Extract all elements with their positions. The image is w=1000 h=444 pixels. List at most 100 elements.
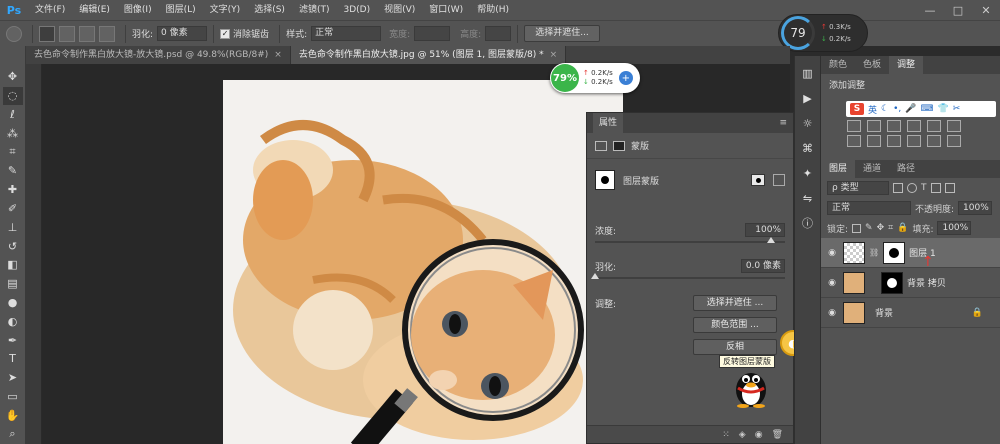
blend-mode-select[interactable]: 正常 [827, 201, 911, 215]
filter-adjust-icon[interactable] [907, 183, 917, 193]
filter-type-icon[interactable]: T [921, 183, 927, 193]
shirt-icon[interactable]: 👕 [937, 104, 948, 114]
layer-mask-thumbnail[interactable] [883, 241, 906, 264]
select-pixel-mask-icon[interactable] [751, 174, 765, 186]
density-slider[interactable] [595, 237, 785, 243]
invert-button[interactable]: 反相 [693, 339, 777, 355]
lock-transparent-icon[interactable] [852, 223, 862, 233]
hue-icon[interactable] [947, 120, 961, 132]
eraser-icon[interactable]: ◧ [3, 256, 23, 274]
menu-type[interactable]: 文字(Y) [203, 0, 248, 20]
levels-icon[interactable] [867, 120, 881, 132]
network-speed-widget[interactable]: 79 ↑ 0.3K/s ↓ 0.2K/s [778, 14, 868, 52]
exposure-icon[interactable] [907, 120, 921, 132]
brightness-icon[interactable] [847, 120, 861, 132]
apply-mask-icon[interactable]: ◈ [739, 430, 746, 440]
history-icon[interactable]: ▥ [799, 64, 817, 82]
fill-input[interactable]: 100% [937, 221, 972, 235]
layer-kind-filter[interactable]: ρ 类型 [827, 181, 889, 195]
eyedropper-icon[interactable]: ✎ [3, 162, 23, 180]
crop-icon[interactable]: ⌗ [3, 143, 23, 161]
shape-icon[interactable]: ▭ [3, 388, 23, 406]
lasso-icon[interactable]: ℓ [3, 106, 23, 124]
vector-mask-icon[interactable] [613, 140, 625, 151]
properties-title[interactable]: 属性 [593, 113, 624, 133]
lock-move-icon[interactable]: ✥ [877, 223, 885, 233]
eye-icon[interactable]: ◉ [825, 248, 839, 258]
healing-icon[interactable]: ✚ [3, 181, 23, 199]
color-lookup-icon[interactable] [927, 135, 941, 147]
stamp-icon[interactable]: ⊥ [3, 218, 23, 236]
menu-layer[interactable]: 图层(L) [159, 0, 203, 20]
path-select-icon[interactable]: ➤ [3, 369, 23, 387]
qq-penguin-icon[interactable] [728, 364, 774, 408]
select-and-mask-button[interactable]: 选择并遮住... [524, 25, 600, 42]
mic-icon[interactable]: 🎤 [905, 104, 916, 114]
menu-image[interactable]: 图像(I) [117, 0, 159, 20]
feather-input[interactable]: 0.0 像素 [741, 259, 785, 273]
layer-row-layer1[interactable]: ◉ ⛓ 图层 1 [821, 238, 1000, 268]
layer-row-bg-copy[interactable]: ◉ 背景 拷贝 [821, 268, 1000, 298]
adjust-sun-icon[interactable]: ☼ [799, 114, 817, 132]
minimize-button[interactable]: — [916, 0, 944, 20]
plus-icon[interactable]: + [618, 71, 633, 85]
height-input[interactable] [485, 26, 512, 41]
history-brush-icon[interactable]: ↺ [3, 237, 23, 255]
menu-view[interactable]: 视图(V) [377, 0, 422, 20]
tab-magnifier-psd[interactable]: 去色命令制作黑白放大镜-放大镜.psd @ 49.8%(RGB/8#) × [26, 46, 291, 64]
eye-icon[interactable]: ◉ [825, 278, 839, 288]
tools-icon[interactable]: ✂ [953, 104, 961, 114]
intersect-selection-icon[interactable] [99, 25, 115, 42]
maximize-button[interactable]: □ [944, 0, 972, 20]
info-icon[interactable]: ⓘ [799, 214, 817, 232]
tab-channels[interactable]: 通道 [855, 160, 889, 178]
menu-window[interactable]: 窗口(W) [422, 0, 470, 20]
invert-icon[interactable] [947, 135, 961, 147]
subtract-selection-icon[interactable] [79, 25, 95, 42]
feather-input[interactable]: 0 像素 [157, 26, 208, 41]
close-icon[interactable]: × [274, 50, 282, 60]
styles-icon[interactable]: ⇋ [799, 189, 817, 207]
network-speed-widget-small[interactable]: 79% ↑ 0.2K/s ↓ 0.2K/s + [550, 63, 640, 93]
chain-link-icon[interactable]: ⛓ [869, 248, 879, 257]
pixel-mask-icon[interactable] [595, 140, 607, 151]
density-input[interactable]: 100% [745, 223, 785, 237]
style-select[interactable]: 正常 [311, 26, 382, 41]
hand-icon[interactable]: ✋ [3, 406, 23, 424]
width-input[interactable] [414, 26, 451, 41]
eye-icon[interactable]: ◉ [825, 308, 839, 318]
layer-mask-thumbnail[interactable] [881, 271, 903, 294]
gradient-icon[interactable]: ▤ [3, 275, 23, 293]
menu-file[interactable]: 文件(F) [28, 0, 72, 20]
photo-filter-icon[interactable] [887, 135, 901, 147]
add-vector-mask-icon[interactable] [773, 174, 785, 186]
filter-shape-icon[interactable] [930, 183, 941, 193]
filter-smart-icon[interactable] [944, 183, 955, 193]
menu-filter[interactable]: 滤镜(T) [292, 0, 337, 20]
tab-bw-magnifier-jpg[interactable]: 去色命令制作黑白放大镜.jpg @ 51% (图层 1, 图层蒙版/8) * × [290, 46, 567, 64]
close-icon[interactable]: × [550, 50, 558, 60]
color-balance-icon[interactable] [847, 135, 861, 147]
menu-help[interactable]: 帮助(H) [470, 0, 516, 20]
menu-3d[interactable]: 3D(D) [336, 0, 377, 20]
feather-slider[interactable] [591, 273, 785, 279]
pen-icon[interactable]: ✒ [3, 331, 23, 349]
marquee-icon[interactable]: ◌ [2, 86, 23, 105]
menu-edit[interactable]: 编辑(E) [72, 0, 117, 20]
paths-icon[interactable]: ⌘ [799, 139, 817, 157]
antialias-checkbox[interactable]: ✓ [220, 28, 231, 39]
moon-icon[interactable]: ☾ [881, 104, 889, 114]
trash-icon[interactable]: 🗑 [772, 430, 783, 440]
select-and-mask-button[interactable]: 选择并遮住 ... [693, 295, 777, 311]
layer-row-background[interactable]: ◉ 背景 🔒 [821, 298, 1000, 328]
kitten-magnifier-image[interactable] [223, 80, 623, 444]
color-range-button[interactable]: 颜色范围 ... [693, 317, 777, 333]
actions-play-icon[interactable]: ▶ [799, 89, 817, 107]
density-slider-thumb[interactable] [767, 237, 775, 243]
tab-color[interactable]: 颜色 [821, 56, 855, 74]
dodge-icon[interactable]: ◐ [3, 312, 23, 330]
marquee-preset-icon[interactable] [6, 25, 22, 42]
blur-icon[interactable]: ● [3, 294, 23, 312]
brush-settings-icon[interactable]: ✦ [799, 164, 817, 182]
tab-adjustments[interactable]: 调整 [889, 56, 924, 74]
